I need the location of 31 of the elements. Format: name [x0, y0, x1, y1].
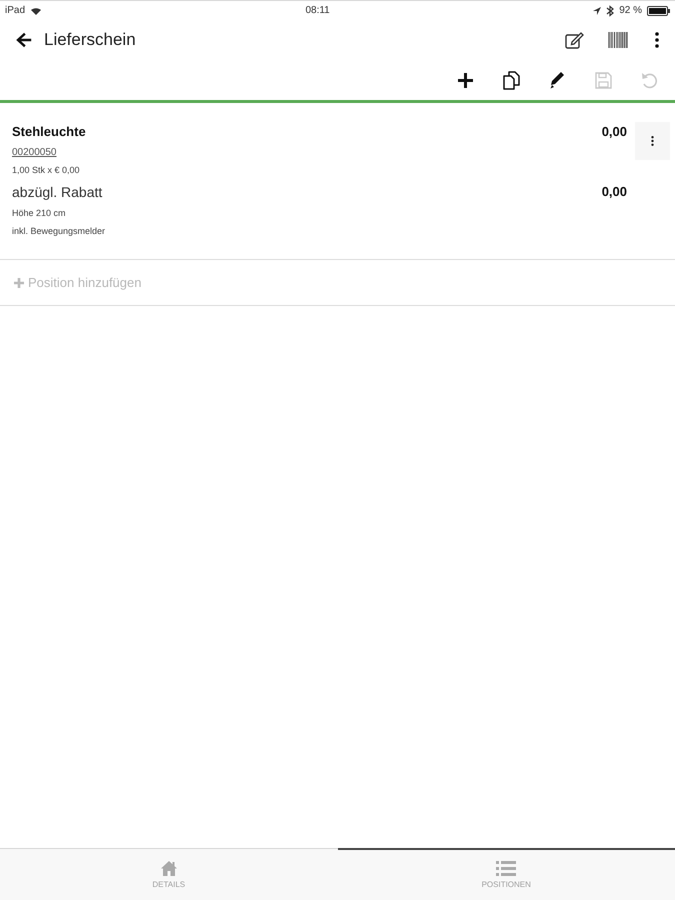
position-note: inkl. Bewegungsmelder [12, 225, 106, 238]
barcode-icon [608, 31, 628, 49]
note-edit-icon [564, 31, 584, 49]
add-position-button[interactable]: Position hinzufügen [0, 260, 675, 306]
position-amount: 0,00 [602, 123, 627, 141]
battery-icon [647, 6, 670, 16]
back-arrow-icon [14, 32, 32, 48]
house-icon [160, 860, 178, 876]
position-note: Höhe 210 cm [12, 207, 67, 220]
bottom-tab[interactable]: DETAILS [0, 848, 338, 900]
pencil-icon [549, 72, 565, 88]
position-title: Stehleuchte [12, 123, 86, 141]
discount-label: abzügl. Rabatt [12, 183, 102, 202]
battery-percent: 92 % [619, 4, 642, 16]
page-title: Lieferschein [44, 29, 137, 51]
undo-arrow-icon [641, 72, 657, 88]
device-name: iPad [5, 4, 26, 16]
more-icon [655, 32, 659, 48]
bluetooth-icon [606, 4, 614, 16]
article-number-link[interactable]: 00200050 [12, 144, 56, 162]
plus-icon [458, 72, 472, 88]
list-icon [496, 860, 516, 876]
discount-amount: 0,00 [602, 183, 627, 201]
quantity-price: 1,00 Stk x € 0,00 [12, 164, 81, 177]
plus-icon [14, 278, 24, 288]
location-arrow-icon [593, 6, 602, 14]
bottom-tab[interactable]: POSITIONEN [338, 848, 675, 900]
wifi-icon [30, 6, 42, 15]
copy-icon [502, 70, 520, 90]
clock-time: 08:11 [305, 4, 330, 16]
more-icon [651, 136, 654, 146]
